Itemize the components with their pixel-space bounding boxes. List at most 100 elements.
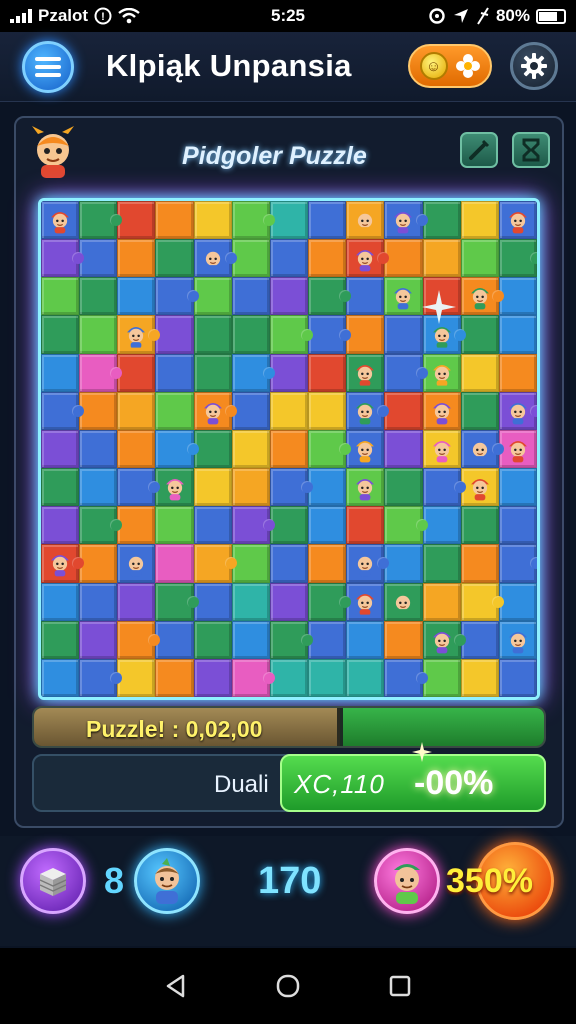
puzzle-piece[interactable] — [155, 620, 194, 659]
puzzle-piece[interactable] — [384, 315, 423, 354]
puzzle-piece[interactable] — [193, 239, 237, 278]
puzzle-piece[interactable] — [269, 429, 309, 469]
puzzle-piece[interactable] — [41, 315, 80, 354]
puzzle-piece[interactable] — [460, 239, 499, 278]
puzzle-piece[interactable] — [193, 506, 232, 545]
puzzle-piece[interactable] — [79, 353, 123, 392]
puzzle-piece[interactable] — [346, 239, 390, 278]
puzzle-piece[interactable] — [460, 582, 505, 621]
puzzle-piece[interactable] — [155, 239, 194, 278]
puzzle-piece[interactable] — [117, 201, 156, 240]
puzzle-piece[interactable] — [422, 353, 461, 392]
puzzle-piece[interactable] — [308, 582, 352, 621]
puzzle-piece[interactable] — [231, 468, 270, 507]
puzzle-piece[interactable] — [346, 353, 385, 392]
puzzle-piece[interactable] — [231, 544, 270, 583]
puzzle-piece[interactable] — [308, 620, 347, 659]
puzzle-piece[interactable] — [117, 582, 156, 621]
puzzle-piece[interactable] — [155, 544, 194, 583]
puzzle-piece[interactable] — [155, 582, 199, 621]
puzzle-piece[interactable] — [460, 277, 505, 316]
puzzle-piece[interactable] — [79, 429, 118, 469]
currency-button[interactable]: ☺ — [408, 44, 492, 88]
puzzle-piece[interactable] — [384, 201, 428, 240]
puzzle-piece[interactable] — [41, 429, 80, 469]
puzzle-piece[interactable] — [231, 353, 276, 392]
puzzle-piece[interactable] — [231, 429, 270, 469]
puzzle-piece[interactable] — [79, 468, 118, 507]
puzzle-piece[interactable] — [384, 391, 423, 430]
puzzle-piece[interactable] — [346, 582, 385, 621]
puzzle-piece[interactable] — [155, 429, 199, 469]
puzzle-piece[interactable] — [269, 582, 309, 621]
puzzle-piece[interactable] — [41, 582, 80, 621]
puzzle-piece[interactable] — [384, 544, 423, 583]
puzzle-piece[interactable] — [460, 544, 499, 583]
puzzle-piece[interactable] — [155, 391, 194, 430]
puzzle-piece[interactable] — [308, 201, 347, 240]
puzzle-piece[interactable] — [422, 544, 461, 583]
puzzle-piece[interactable] — [346, 391, 390, 430]
puzzle-piece[interactable] — [384, 582, 423, 621]
storage-button[interactable] — [20, 848, 86, 914]
puzzle-piece[interactable] — [117, 658, 156, 697]
puzzle-piece[interactable] — [422, 658, 461, 697]
puzzle-piece[interactable] — [231, 315, 270, 354]
puzzle-piece[interactable] — [231, 239, 270, 278]
puzzle-piece[interactable] — [346, 277, 385, 316]
puzzle-piece[interactable] — [269, 620, 314, 659]
puzzle-piece[interactable] — [346, 620, 385, 659]
puzzle-piece[interactable] — [231, 201, 276, 240]
puzzle-piece[interactable] — [269, 201, 309, 240]
puzzle-piece[interactable] — [41, 277, 80, 316]
puzzle-piece[interactable] — [155, 315, 194, 354]
puzzle-piece[interactable] — [117, 544, 156, 583]
puzzle-piece[interactable] — [79, 658, 123, 697]
puzzle-piece[interactable] — [384, 239, 423, 278]
puzzle-piece[interactable] — [498, 201, 537, 240]
puzzle-piece[interactable] — [498, 468, 537, 507]
puzzle-piece[interactable] — [117, 506, 156, 545]
puzzle-piece[interactable] — [422, 582, 461, 621]
puzzle-piece[interactable] — [231, 620, 270, 659]
puzzle-piece[interactable] — [41, 506, 80, 545]
puzzle-piece[interactable] — [308, 468, 347, 507]
puzzle-piece[interactable] — [269, 391, 309, 430]
puzzle-piece[interactable] — [384, 620, 423, 659]
puzzle-piece[interactable] — [308, 353, 347, 392]
puzzle-piece[interactable] — [498, 277, 537, 316]
puzzle-piece[interactable] — [460, 391, 499, 430]
puzzle-piece[interactable] — [117, 239, 156, 278]
puzzle-piece[interactable] — [231, 582, 270, 621]
puzzle-piece[interactable] — [79, 391, 118, 430]
puzzle-piece[interactable] — [346, 658, 385, 697]
puzzle-piece[interactable] — [41, 239, 85, 278]
puzzle-piece[interactable] — [155, 506, 194, 545]
puzzle-piece[interactable] — [79, 506, 123, 545]
puzzle-piece[interactable] — [422, 391, 461, 430]
puzzle-piece[interactable] — [193, 620, 232, 659]
puzzle-piece[interactable] — [308, 658, 347, 697]
puzzle-piece[interactable] — [193, 353, 232, 392]
bonus-panel[interactable]: XC,110 -00% — [280, 742, 546, 812]
puzzle-piece[interactable] — [79, 582, 118, 621]
puzzle-piece[interactable] — [422, 468, 466, 507]
puzzle-piece[interactable] — [308, 277, 352, 316]
puzzle-piece[interactable] — [79, 239, 118, 278]
puzzle-piece[interactable] — [422, 201, 461, 240]
puzzle-piece[interactable] — [117, 315, 161, 354]
puzzle-piece[interactable] — [41, 658, 80, 697]
puzzle-piece[interactable] — [41, 468, 80, 507]
puzzle-piece[interactable] — [155, 201, 194, 240]
puzzle-piece[interactable] — [193, 468, 232, 507]
puzzle-piece[interactable] — [460, 315, 499, 354]
puzzle-piece[interactable] — [193, 658, 232, 697]
puzzle-piece[interactable] — [269, 468, 314, 507]
puzzle-piece[interactable] — [460, 353, 499, 392]
puzzle-piece[interactable] — [308, 239, 347, 278]
puzzle-piece[interactable] — [308, 315, 352, 354]
puzzle-piece[interactable] — [269, 506, 309, 545]
puzzle-piece[interactable] — [193, 201, 232, 240]
puzzle-piece[interactable] — [193, 429, 232, 469]
back-triangle-icon[interactable] — [163, 973, 189, 999]
